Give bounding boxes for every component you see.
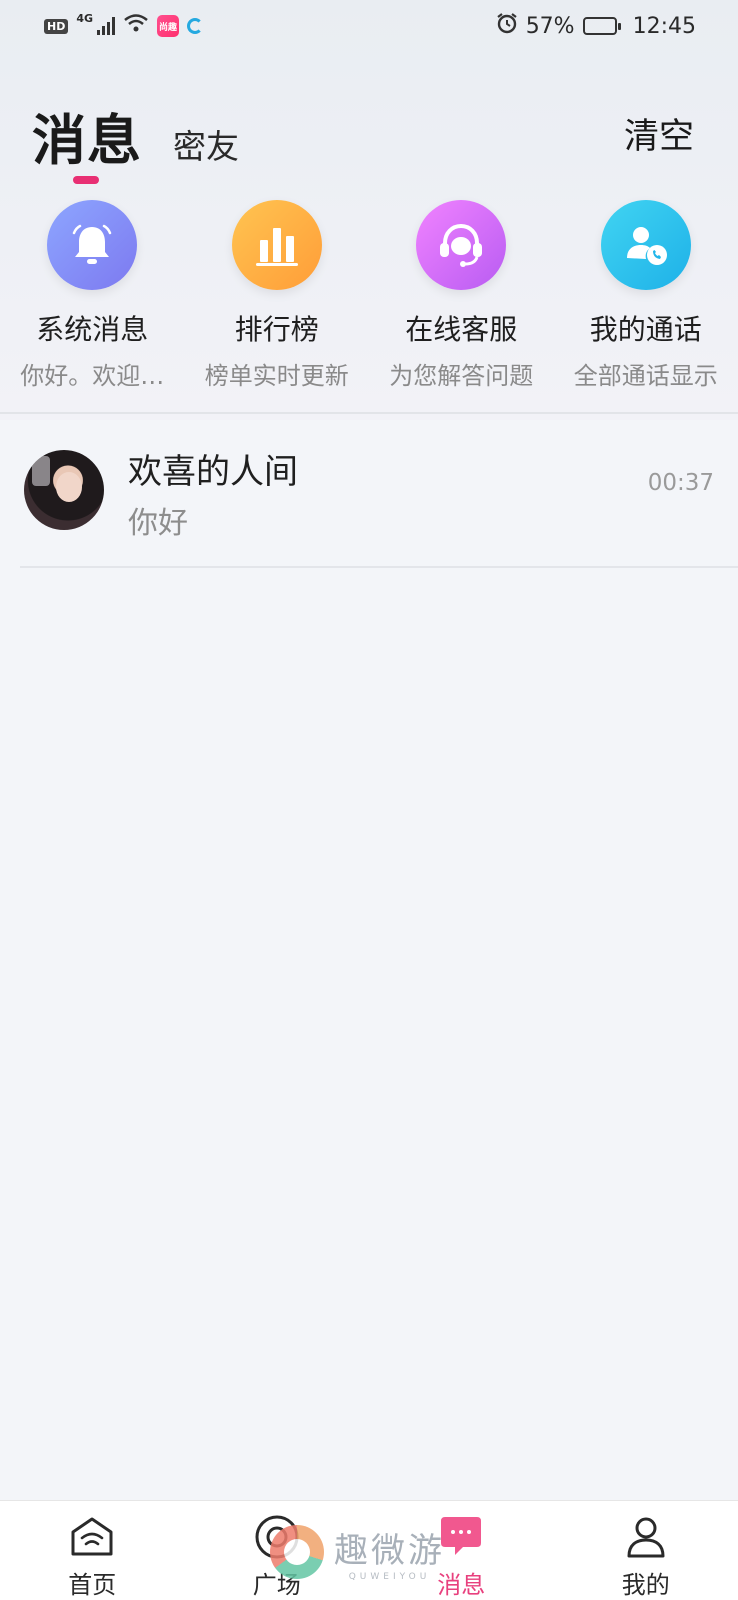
tab-messages[interactable]: 消息	[32, 96, 142, 175]
quick-entry-system-messages[interactable]: 系统消息 你好。欢迎…	[0, 200, 185, 395]
conversation-divider	[20, 566, 738, 568]
loading-ring-icon	[187, 18, 204, 34]
quick-entry-my-calls[interactable]: 我的通话 全部通话显示	[554, 200, 738, 395]
conversation-list: 欢喜的人间 你好 00:37	[0, 416, 738, 568]
network-type: 4G	[76, 11, 94, 25]
message-header: 消息 密友 清空	[0, 96, 738, 186]
battery-icon	[582, 17, 621, 35]
nav-label: 消息	[437, 1571, 486, 1599]
quick-entry-title: 在线客服	[405, 313, 518, 346]
chat-bubble-icon	[437, 1513, 485, 1561]
conversation-item[interactable]: 欢喜的人间 你好 00:37	[0, 416, 738, 568]
battery-percent: 57%	[525, 13, 575, 39]
hd-badge: HD	[44, 18, 69, 34]
bell-icon	[47, 200, 138, 290]
app-notification-icon: 尚趣	[157, 15, 180, 37]
quick-entry-subtitle: 榜单实时更新	[204, 362, 349, 390]
nav-label: 首页	[68, 1571, 117, 1599]
clear-button[interactable]: 清空	[624, 108, 694, 159]
conversation-time: 00:37	[647, 470, 714, 496]
conversation-name: 欢喜的人间	[128, 452, 298, 492]
quick-entry-subtitle: 为您解答问题	[389, 362, 534, 390]
headset-icon	[416, 200, 507, 290]
section-divider	[0, 412, 738, 414]
bottom-nav: 首页 广场 消息 我的	[0, 1500, 738, 1600]
status-bar-right: 57% 12:45	[496, 12, 696, 40]
signal-icon	[97, 17, 116, 35]
nav-label: 我的	[621, 1571, 670, 1599]
nav-label: 广场	[252, 1571, 301, 1599]
nav-item-home[interactable]: 首页	[0, 1501, 185, 1600]
nav-item-square[interactable]: 广场	[185, 1501, 370, 1600]
quick-entry-subtitle: 全部通话显示	[573, 362, 718, 390]
wifi-icon	[123, 13, 149, 39]
status-bar: HD 4G 尚趣 57% 12:45	[0, 0, 738, 52]
avatar[interactable]	[24, 450, 104, 530]
quick-entry-customer-service[interactable]: 在线客服 为您解答问题	[369, 200, 554, 395]
tab-close-friends[interactable]: 密友	[173, 120, 239, 168]
conversation-preview: 你好	[128, 506, 188, 541]
quick-entry-title: 系统消息	[36, 313, 149, 346]
active-tab-indicator	[73, 176, 99, 184]
contact-phone-icon	[600, 200, 691, 290]
quick-entry-subtitle: 你好。欢迎…	[20, 362, 165, 390]
nav-item-me[interactable]: 我的	[554, 1501, 738, 1600]
quick-entry-title: 排行榜	[234, 313, 319, 346]
quick-entry-title: 我的通话	[589, 313, 702, 346]
status-bar-left: HD 4G 尚趣	[44, 11, 204, 39]
circle-target-icon	[253, 1513, 301, 1561]
person-icon	[622, 1513, 670, 1561]
quick-entry-ranking[interactable]: 排行榜 榜单实时更新	[185, 200, 370, 395]
home-icon	[68, 1513, 116, 1561]
clock: 12:45	[632, 13, 696, 39]
quick-entry-row: 系统消息 你好。欢迎… 排行榜 榜单实时更新 在线客服 为您解答问题 我的通话 …	[0, 200, 738, 395]
bar-chart-icon	[231, 200, 322, 290]
alarm-icon	[496, 12, 518, 40]
nav-item-messages[interactable]: 消息	[369, 1501, 554, 1600]
